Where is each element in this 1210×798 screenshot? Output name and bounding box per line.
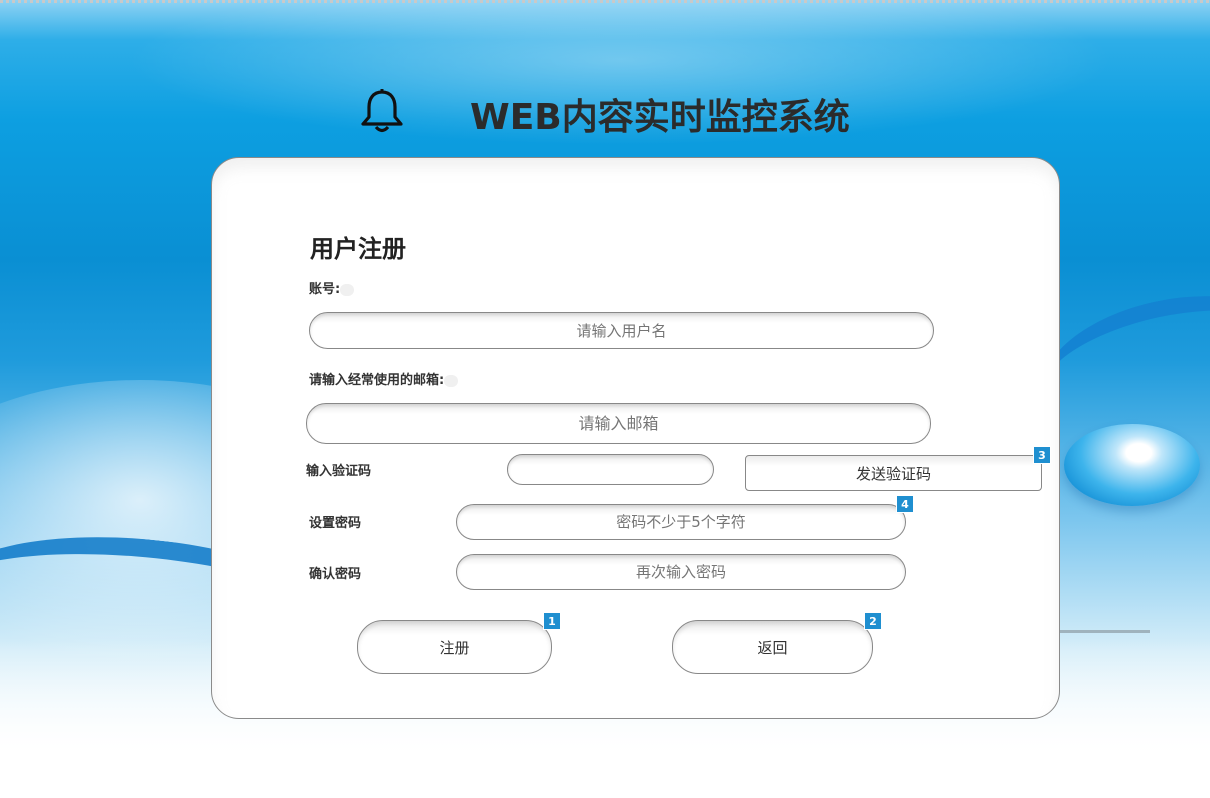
badge-register: 1 [543, 612, 561, 630]
code-label: 输入验证码 [306, 464, 372, 479]
app-header: WEB内容实时监控系统 [360, 86, 880, 138]
water-drop-decoration [1064, 424, 1200, 506]
badge-password: 4 [896, 495, 914, 513]
username-input[interactable] [309, 312, 934, 349]
badge-back: 2 [864, 612, 882, 630]
label-decoration [444, 374, 459, 387]
form-heading: 用户注册 [310, 235, 406, 263]
top-dashed-border [0, 0, 1210, 3]
badge-send-code: 3 [1033, 446, 1051, 464]
email-label: 请输入经常使用的邮箱: [309, 369, 459, 388]
decorative-line [1058, 630, 1150, 633]
account-label: 账号: [309, 278, 355, 297]
register-button[interactable]: 注册 [357, 620, 552, 674]
email-label-text: 请输入经常使用的邮箱: [309, 373, 445, 388]
password-input[interactable] [456, 504, 906, 540]
confirm-password-label: 确认密码 [309, 567, 362, 582]
password-label: 设置密码 [309, 516, 362, 531]
app-title: WEB内容实时监控系统 [470, 97, 850, 138]
label-decoration [340, 283, 355, 296]
email-input[interactable] [306, 403, 931, 444]
back-button[interactable]: 返回 [672, 620, 873, 674]
send-code-button[interactable]: 发送验证码 [745, 455, 1042, 491]
verification-code-input[interactable] [507, 454, 714, 485]
bell-icon [361, 89, 403, 133]
confirm-password-input[interactable] [456, 554, 906, 590]
account-label-text: 账号: [309, 282, 341, 297]
